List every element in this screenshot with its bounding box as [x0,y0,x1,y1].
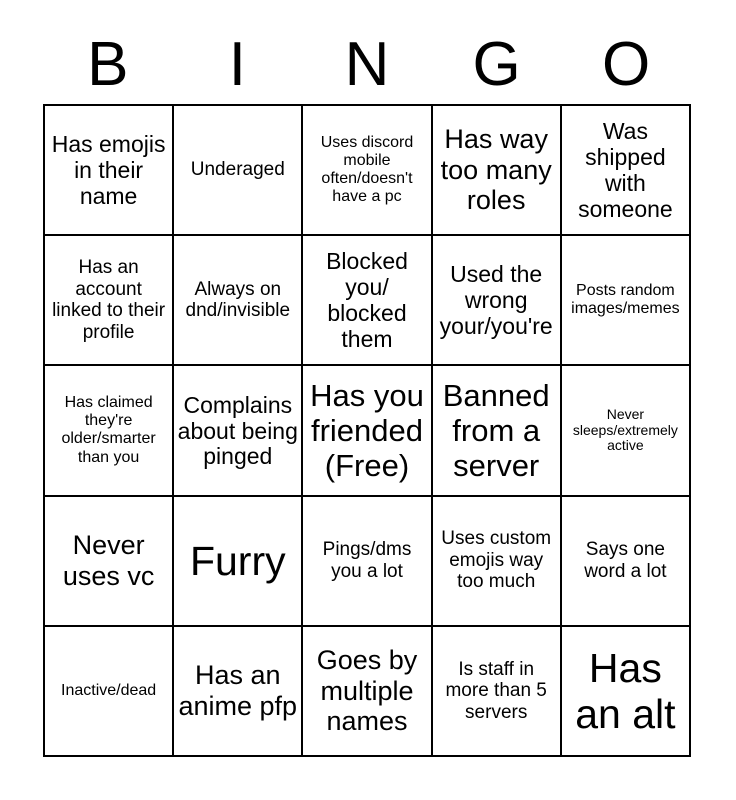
bingo-square-r5c5[interactable]: Has an alt [561,626,691,757]
bingo-square-label: Never sleeps/extremely active [572,405,678,454]
bingo-square-r5c4[interactable]: Is staff in more than 5 servers [432,626,562,757]
bingo-square-r1c1[interactable]: Has emojis in their name [45,106,175,237]
bingo-square-r5c1[interactable]: Inactive/dead [45,626,175,757]
bingo-square-label: Furry [189,537,286,584]
bingo-square-r4c3[interactable]: Pings/dms you a lot [303,496,433,627]
bingo-square-label: Has an anime pfp [178,660,298,721]
bingo-square-label: Complains about being pinged [177,391,298,470]
bingo-header-letters: B I N G O [43,26,691,104]
bingo-square-r5c2[interactable]: Has an anime pfp [174,626,304,757]
bingo-square-label: Blocked you/ blocked them [326,248,408,353]
bingo-square-label: Has emojis in their name [51,131,166,210]
bingo-square-label: Uses custom emojis way too much [441,528,552,593]
bingo-square-r4c1[interactable]: Never uses vc [45,496,175,627]
bingo-square-label: Inactive/dead [61,681,157,699]
bingo-letter-n: N [344,30,390,99]
bingo-square-label: Was shipped with someone [578,118,673,223]
bingo-grid: Has emojis in their name Underaged Uses … [43,104,691,757]
bingo-square-r2c3[interactable]: Blocked you/ blocked them [303,236,433,367]
bingo-square-label: Has way too many roles [440,124,552,216]
bingo-letter-b: B [87,30,129,99]
bingo-square-r2c2[interactable]: Always on dnd/invisible [174,236,304,367]
bingo-square-r1c2[interactable]: Underaged [174,106,304,237]
bingo-square-r3c2[interactable]: Complains about being pinged [174,366,304,497]
bingo-card: B I N G O Has emojis in their name Under… [0,0,736,800]
bingo-square-r1c3[interactable]: Uses discord mobile often/doesn't have a… [303,106,433,237]
bingo-square-label: Has an account linked to their profile [52,257,166,343]
bingo-square-r4c5[interactable]: Says one word a lot [561,496,691,627]
bingo-square-r2c5[interactable]: Posts random images/memes [561,236,691,367]
bingo-square-label: Never uses vc [62,530,155,591]
bingo-square-label: Always on dnd/invisible [185,278,291,322]
bingo-square-r4c4[interactable]: Uses custom emojis way too much [432,496,562,627]
bingo-letter-o: O [602,30,651,99]
bingo-square-label: Is staff in more than 5 servers [445,658,547,723]
bingo-letter-g: G [472,30,521,99]
bingo-square-r2c4[interactable]: Used the wrong your/you're [432,236,562,367]
bingo-square-label: Has an alt [575,644,676,737]
bingo-letter-i: I [228,30,246,99]
bingo-square-free[interactable]: Has you friended (Free) [303,366,433,497]
bingo-square-label: Underaged [190,159,285,181]
bingo-square-r2c1[interactable]: Has an account linked to their profile [45,236,175,367]
bingo-square-r4c2[interactable]: Furry [174,496,304,627]
bingo-square-label: Says one word a lot [584,539,667,582]
bingo-square-r1c5[interactable]: Was shipped with someone [561,106,691,237]
bingo-square-label: Has claimed they're older/smarter than y… [61,394,156,466]
bingo-square-label: Posts random images/memes [571,282,680,318]
bingo-square-r3c4[interactable]: Banned from a server [432,366,562,497]
bingo-square-label: Used the wrong your/you're [439,261,553,340]
bingo-square-label: Banned from a server [442,377,550,483]
bingo-square-label: Goes by multiple names [316,645,418,737]
bingo-free-space-label: Has you friended (Free) [310,377,424,483]
bingo-square-label: Uses discord mobile often/doesn't have a… [320,133,414,206]
bingo-square-label: Pings/dms you a lot [322,539,412,582]
bingo-square-r5c3[interactable]: Goes by multiple names [303,626,433,757]
bingo-square-r1c4[interactable]: Has way too many roles [432,106,562,237]
bingo-square-r3c5[interactable]: Never sleeps/extremely active [561,366,691,497]
bingo-square-r3c1[interactable]: Has claimed they're older/smarter than y… [45,366,175,497]
